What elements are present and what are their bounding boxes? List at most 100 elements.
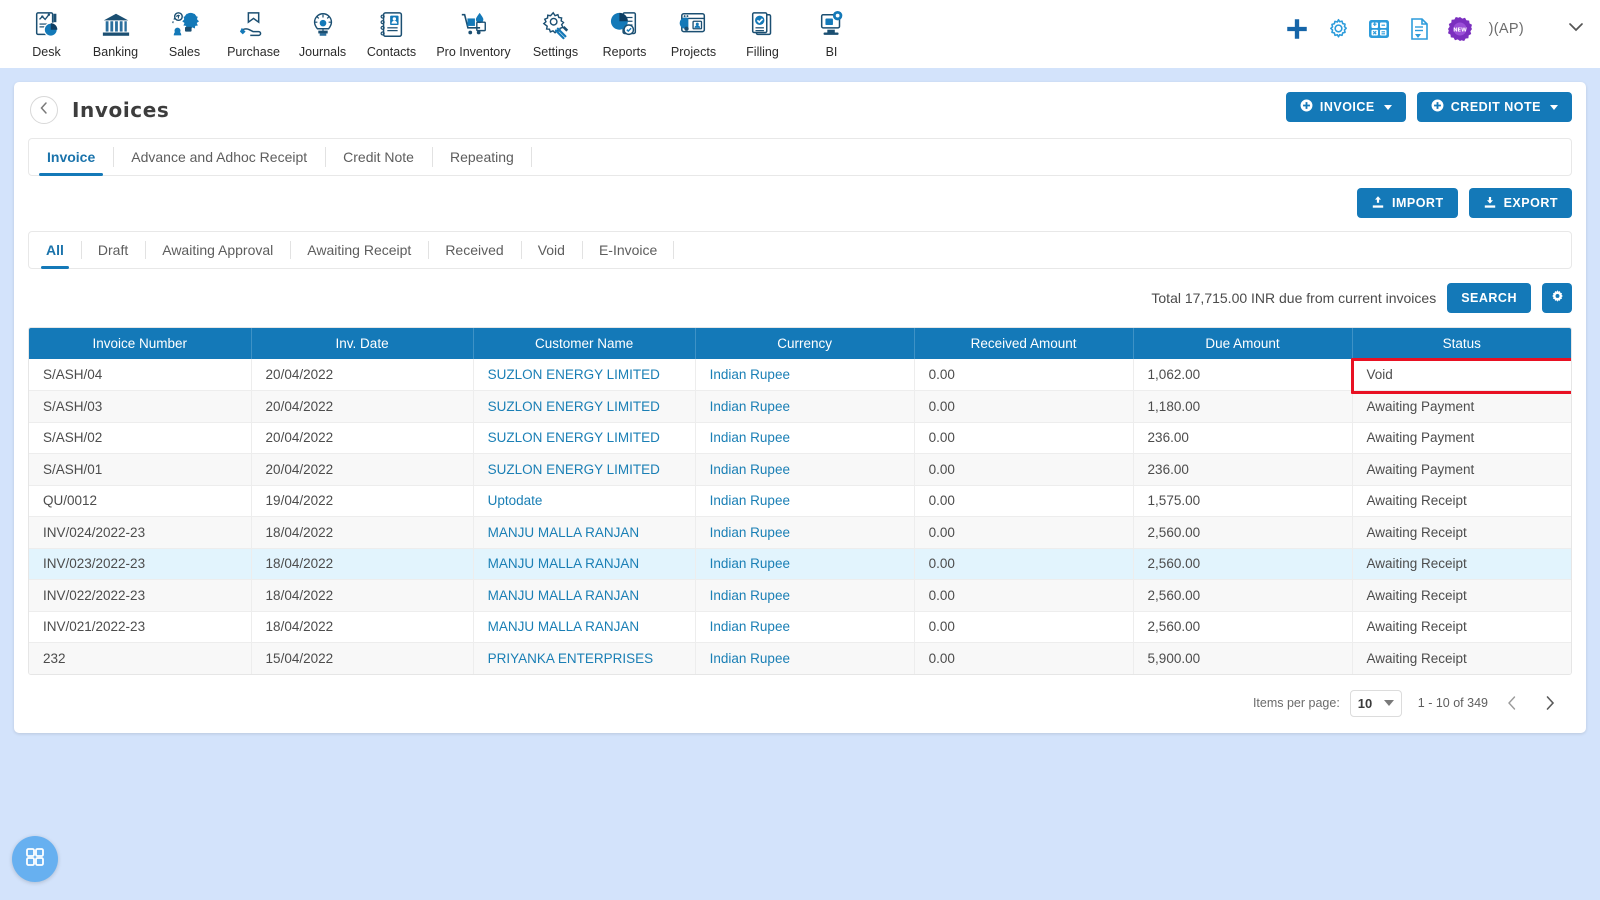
- new-invoice-button[interactable]: INVOICE: [1285, 92, 1406, 122]
- cell-customer-name-link[interactable]: MANJU MALLA RANJAN: [488, 525, 640, 540]
- table-row[interactable]: INV/022/2022-23 18/04/2022 MANJU MALLA RAN…: [29, 579, 1571, 612]
- cell-currency-link[interactable]: Indian Rupee: [710, 430, 790, 445]
- filter-awaiting-receipt[interactable]: Awaiting Receipt: [290, 232, 428, 268]
- nav-item-desk[interactable]: Desk: [12, 4, 81, 59]
- cell-customer-name-link[interactable]: PRIYANKA ENTERPRISES: [488, 651, 654, 666]
- cell-currency[interactable]: Indian Rupee: [695, 422, 915, 454]
- cell-currency-link[interactable]: Indian Rupee: [710, 493, 790, 508]
- nav-item-pro-inventory[interactable]: Pro Inventory: [426, 4, 521, 59]
- tab-advance-and-adhoc-receipt[interactable]: Advance and Adhoc Receipt: [113, 139, 325, 175]
- column-header-due-amount[interactable]: Due Amount: [1133, 328, 1353, 359]
- filter-draft[interactable]: Draft: [80, 232, 145, 268]
- column-header-inv-date[interactable]: Inv. Date: [251, 328, 474, 359]
- cell-customer-name[interactable]: Uptodate: [473, 485, 696, 517]
- column-header-received-amount[interactable]: Received Amount: [914, 328, 1134, 359]
- document-icon[interactable]: [1407, 17, 1431, 41]
- filter-void[interactable]: Void: [520, 232, 582, 268]
- gear-icon[interactable]: [1326, 17, 1351, 42]
- cell-customer-name[interactable]: MANJU MALLA RANJAN: [473, 579, 696, 612]
- table-row[interactable]: QU/0012 19/04/2022 Uptodate Indian Rupee 0.0…: [29, 485, 1571, 517]
- cell-currency-link[interactable]: Indian Rupee: [710, 556, 790, 571]
- cell-customer-name-link[interactable]: SUZLON ENERGY LIMITED: [488, 399, 660, 414]
- cell-currency[interactable]: Indian Rupee: [695, 453, 915, 486]
- nav-item-bi[interactable]: BI: [797, 4, 866, 59]
- column-header-customer-name[interactable]: Customer Name: [473, 328, 696, 359]
- cell-currency-link[interactable]: Indian Rupee: [710, 399, 790, 414]
- table-row[interactable]: 232 15/04/2022 PRIYANKA ENTERPRISES Indian …: [29, 642, 1571, 674]
- filter-e-invoice[interactable]: E-Invoice: [581, 232, 675, 268]
- cell-currency-link[interactable]: Indian Rupee: [710, 588, 790, 603]
- cell-currency[interactable]: Indian Rupee: [695, 611, 915, 643]
- cell-currency-link[interactable]: Indian Rupee: [710, 525, 790, 540]
- next-page-button[interactable]: [1536, 689, 1564, 717]
- nav-item-purchase[interactable]: Purchase: [219, 4, 288, 59]
- nav-item-sales[interactable]: Sales: [150, 4, 219, 59]
- nav-item-projects[interactable]: Projects: [659, 4, 728, 59]
- table-row[interactable]: S/ASH/02 20/04/2022 SUZLON ENERGY LIMITED I…: [29, 422, 1571, 454]
- cell-currency-link[interactable]: Indian Rupee: [710, 619, 790, 634]
- cell-currency[interactable]: Indian Rupee: [695, 359, 915, 391]
- new-credit-note-button[interactable]: CREDIT NOTE: [1416, 92, 1572, 122]
- nav-item-settings[interactable]: Settings: [521, 4, 590, 59]
- tab-credit-note[interactable]: Credit Note: [325, 139, 432, 175]
- cell-currency[interactable]: Indian Rupee: [695, 548, 915, 580]
- cell-customer-name[interactable]: MANJU MALLA RANJAN: [473, 548, 696, 580]
- nav-item-banking[interactable]: Banking: [81, 4, 150, 59]
- cell-customer-name-link[interactable]: MANJU MALLA RANJAN: [488, 556, 640, 571]
- cell-customer-name[interactable]: SUZLON ENERGY LIMITED: [473, 359, 696, 391]
- tab-repeating[interactable]: Repeating: [431, 139, 532, 175]
- nav-item-filling[interactable]: Filling: [728, 4, 797, 59]
- table-row[interactable]: S/ASH/01 20/04/2022 SUZLON ENERGY LIMITED I…: [29, 453, 1571, 486]
- export-button[interactable]: EXPORT: [1468, 188, 1572, 218]
- cell-customer-name[interactable]: MANJU MALLA RANJAN: [473, 516, 696, 549]
- previous-page-button[interactable]: [1498, 689, 1526, 717]
- filter-all[interactable]: All: [29, 232, 81, 269]
- cell-currency[interactable]: Indian Rupee: [695, 485, 915, 517]
- upload-icon: [1371, 195, 1385, 212]
- cell-customer-name[interactable]: PRIYANKA ENTERPRISES: [473, 642, 696, 674]
- table-row[interactable]: S/ASH/03 20/04/2022 SUZLON ENERGY LIMITED I…: [29, 390, 1571, 423]
- cell-customer-name-link[interactable]: Uptodate: [488, 493, 543, 508]
- cell-customer-name-link[interactable]: SUZLON ENERGY LIMITED: [488, 367, 660, 382]
- nav-item-reports[interactable]: Reports: [590, 4, 659, 59]
- column-header-invoice-number[interactable]: Invoice Number: [29, 328, 252, 359]
- tab-invoice[interactable]: Invoice: [29, 139, 113, 176]
- table-row[interactable]: INV/024/2022-23 18/04/2022 MANJU MALLA RAN…: [29, 516, 1571, 549]
- search-button[interactable]: SEARCH: [1447, 283, 1531, 313]
- cell-currency-link[interactable]: Indian Rupee: [710, 651, 790, 666]
- account-label[interactable]: )(AP): [1489, 21, 1524, 37]
- cell-customer-name-link[interactable]: SUZLON ENERGY LIMITED: [488, 462, 660, 477]
- items-per-page-select[interactable]: 10: [1349, 689, 1402, 717]
- cell-customer-name-link[interactable]: MANJU MALLA RANJAN: [488, 619, 640, 634]
- table-row[interactable]: INV/021/2022-23 18/04/2022 MANJU MALLA RAN…: [29, 611, 1571, 643]
- column-header-currency[interactable]: Currency: [695, 328, 915, 359]
- back-button[interactable]: [30, 96, 58, 124]
- cell-customer-name[interactable]: MANJU MALLA RANJAN: [473, 611, 696, 643]
- cell-currency[interactable]: Indian Rupee: [695, 642, 915, 674]
- apps-launcher-button[interactable]: [12, 836, 58, 882]
- chevron-down-icon[interactable]: [1566, 17, 1586, 42]
- cell-customer-name[interactable]: SUZLON ENERGY LIMITED: [473, 390, 696, 423]
- cell-customer-name[interactable]: SUZLON ENERGY LIMITED: [473, 422, 696, 454]
- table-settings-button[interactable]: [1542, 283, 1572, 313]
- new-badge-icon[interactable]: NEW: [1447, 16, 1473, 42]
- plus-icon[interactable]: [1284, 16, 1310, 42]
- cell-customer-name[interactable]: SUZLON ENERGY LIMITED: [473, 453, 696, 486]
- cell-customer-name-link[interactable]: SUZLON ENERGY LIMITED: [488, 430, 660, 445]
- nav-item-contacts[interactable]: Contacts: [357, 4, 426, 59]
- cell-currency[interactable]: Indian Rupee: [695, 516, 915, 549]
- column-header-status[interactable]: Status: [1352, 328, 1571, 359]
- cell-currency-link[interactable]: Indian Rupee: [710, 367, 790, 382]
- nav-item-journals[interactable]: Journals: [288, 4, 357, 59]
- cell-due-amount: 1,180.00: [1133, 390, 1353, 423]
- import-button[interactable]: IMPORT: [1356, 188, 1458, 218]
- cell-currency-link[interactable]: Indian Rupee: [710, 462, 790, 477]
- table-row[interactable]: S/ASH/04 20/04/2022 SUZLON ENERGY LIMITED I…: [29, 359, 1571, 391]
- filter-received[interactable]: Received: [428, 232, 520, 268]
- cell-currency[interactable]: Indian Rupee: [695, 390, 915, 423]
- filter-awaiting-approval[interactable]: Awaiting Approval: [145, 232, 290, 268]
- calculator-icon[interactable]: [1367, 17, 1391, 41]
- table-row[interactable]: INV/023/2022-23 18/04/2022 MANJU MALLA RAN…: [29, 548, 1571, 580]
- cell-customer-name-link[interactable]: MANJU MALLA RANJAN: [488, 588, 640, 603]
- cell-currency[interactable]: Indian Rupee: [695, 579, 915, 612]
